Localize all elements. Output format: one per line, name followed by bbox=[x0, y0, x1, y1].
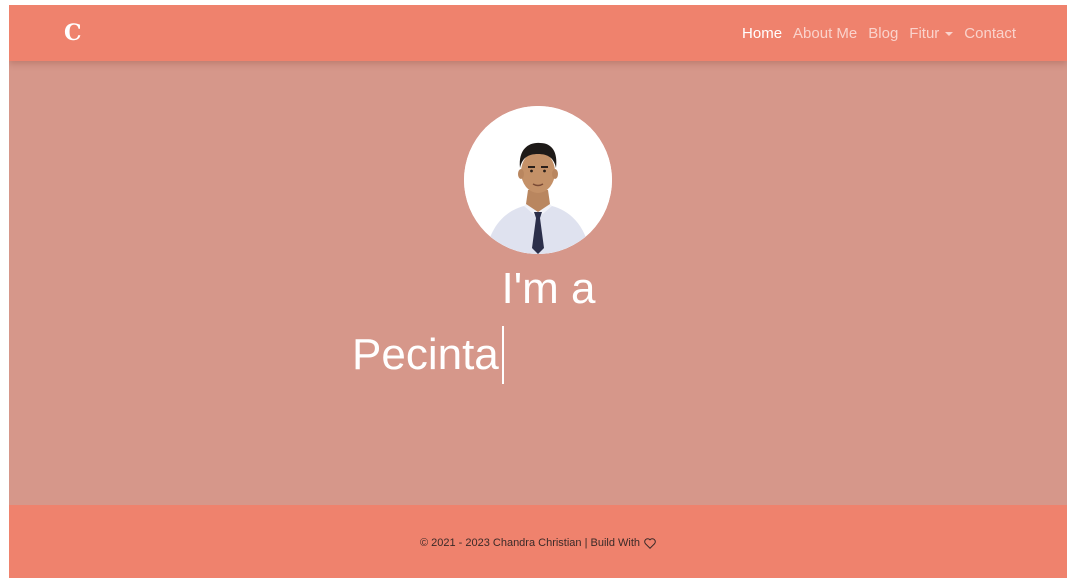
caret-down-icon bbox=[945, 31, 954, 36]
nav-link-contact[interactable]: Contact bbox=[964, 25, 1016, 42]
nav-link-home[interactable]: Home bbox=[742, 25, 782, 42]
profile-photo bbox=[464, 106, 612, 254]
nav-dropdown-label: Fitur bbox=[909, 24, 940, 42]
profile-avatar bbox=[464, 106, 612, 254]
nav-link-about[interactable]: About Me bbox=[793, 25, 857, 42]
heart-icon bbox=[644, 537, 656, 549]
page: C Home About Me Blog Fitur Contact I'm a… bbox=[9, 5, 1067, 578]
hero-heading: I'm a bbox=[501, 264, 596, 313]
hero-typed-text: Pecinta bbox=[352, 330, 499, 379]
brand-logo[interactable]: C bbox=[64, 18, 82, 48]
nav-link-blog[interactable]: Blog bbox=[868, 25, 898, 42]
footer: © 2021 - 2023 Chandra Christian | Build … bbox=[9, 505, 1067, 578]
navbar: C Home About Me Blog Fitur Contact bbox=[9, 5, 1067, 61]
hero-typed-line: Pecinta bbox=[352, 326, 504, 384]
nav-dropdown-fitur[interactable]: Fitur bbox=[909, 24, 954, 42]
copyright-text: © 2021 - 2023 Chandra Christian | Build … bbox=[419, 537, 641, 549]
footer-text: © 2021 - 2023 Chandra Christian | Build … bbox=[420, 537, 656, 549]
typing-cursor bbox=[501, 326, 504, 384]
nav-menu: Home About Me Blog Fitur Contact bbox=[742, 5, 1016, 61]
hero-section: I'm a Pecinta bbox=[9, 61, 1067, 505]
